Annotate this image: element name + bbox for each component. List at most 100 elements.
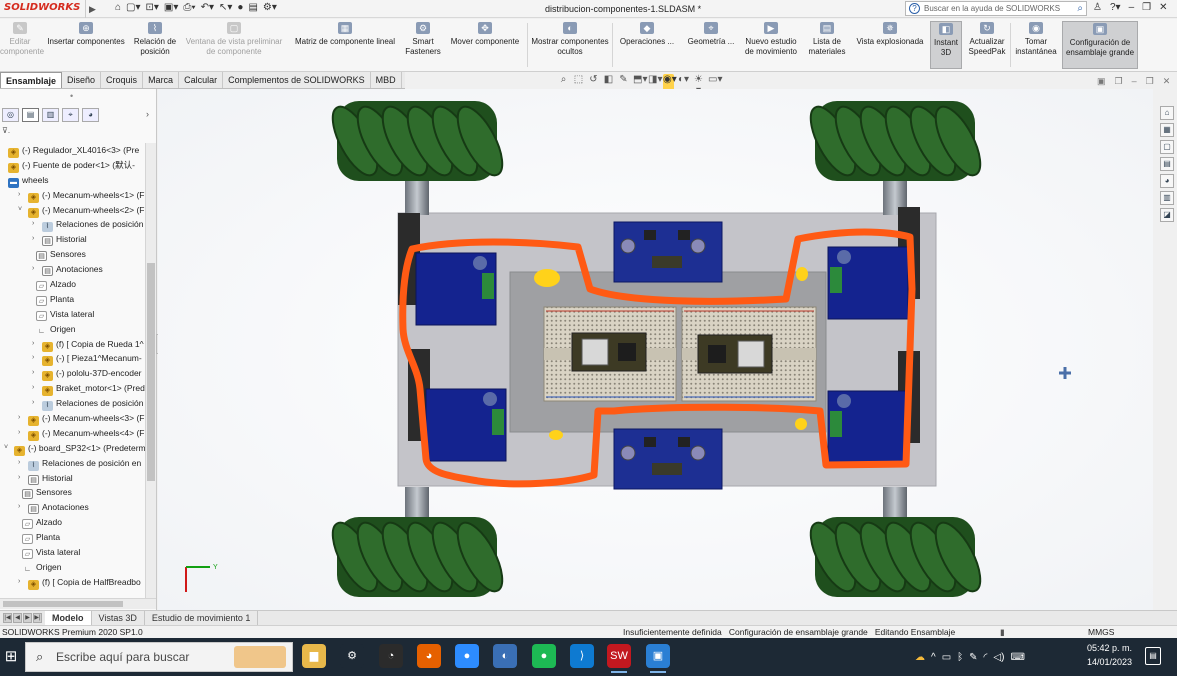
select-icon[interactable]: ↖▾	[219, 2, 232, 13]
tree-item[interactable]: › ⌇ Relaciones de posición en	[0, 456, 146, 471]
tab-0[interactable]: Ensamblaje	[0, 72, 63, 88]
custom-properties-icon[interactable]: ▥	[1160, 191, 1174, 205]
configuration-manager-tab-icon[interactable]: ⌖	[62, 108, 79, 122]
tree-expander-icon[interactable]: ›	[32, 381, 40, 396]
battery-icon[interactable]: ▭	[942, 652, 951, 663]
scrollbar-thumb[interactable]	[147, 263, 155, 481]
motor-driver-1[interactable]	[613, 221, 723, 283]
tree-item[interactable]: › ▤ Anotaciones	[0, 262, 146, 277]
tree-item[interactable]: › ◈ (-) Mecanum-wheels<4> (F	[0, 426, 146, 441]
tab-6[interactable]: MBD	[371, 72, 402, 88]
tree-item[interactable]: ▱ Planta	[0, 530, 146, 545]
motor-driver-2[interactable]	[613, 428, 723, 490]
vscode-icon[interactable]: ⟩	[570, 644, 594, 668]
command-button-12[interactable]: ✵ Vista explosionada	[853, 21, 927, 69]
tree-expander-icon[interactable]: ›	[32, 232, 40, 247]
tree-item[interactable]: ˅ ◈ (-) Mecanum-wheels<2> (F	[0, 203, 146, 218]
user-icon[interactable]: ♙	[1093, 2, 1102, 13]
viewport-restore2-icon[interactable]: ❐	[1146, 76, 1154, 87]
configuration-state[interactable]: Configuración de ensamblaje grande	[729, 627, 868, 637]
prev-tab-icon[interactable]: ◀	[13, 613, 22, 623]
help-menu-icon[interactable]: ?▾	[1110, 2, 1121, 13]
graphics-area[interactable]: Y	[158, 89, 1153, 610]
tree-expander-icon[interactable]: ›	[18, 471, 26, 486]
viewport-restore-icon[interactable]: ❐	[1115, 76, 1123, 87]
firefox-icon[interactable]: ◕	[417, 644, 441, 668]
tab-4[interactable]: Calcular	[179, 72, 224, 88]
tree-item[interactable]: › ◈ (-) Mecanum-wheels<3> (F	[0, 411, 146, 427]
tree-expander-icon[interactable]: ˅	[18, 203, 26, 218]
restore-icon[interactable]: ❐	[1142, 2, 1151, 13]
print-icon[interactable]: ⎙▾	[183, 2, 195, 13]
volume-icon[interactable]: ◁)	[993, 652, 1004, 663]
command-button-11[interactable]: ▤ Lista de materiales	[803, 21, 851, 69]
command-button-5[interactable]: ⚙ Smart Fasteners	[404, 21, 442, 69]
options-icon[interactable]: ⚙▾	[263, 2, 277, 13]
panel-grip-icon[interactable]: •	[70, 91, 73, 101]
tree-item[interactable]: › ▤ Historial	[0, 471, 146, 486]
command-button-2[interactable]: ⌇ Relación de posición	[130, 21, 180, 69]
zoom-icon[interactable]: ●	[455, 644, 479, 668]
tree-expander-icon[interactable]: ›	[18, 426, 26, 441]
file-explorer-pane-icon[interactable]: ▢	[1160, 140, 1174, 154]
bottom-tab-0[interactable]: Modelo	[45, 611, 92, 625]
first-tab-icon[interactable]: |◀	[3, 613, 12, 623]
tree-item[interactable]: › ◈ (-) pololu-37D-encoder	[0, 366, 146, 382]
command-button-10[interactable]: ▶ Nuevo estudio de movimiento	[742, 21, 800, 69]
tree-expander-icon[interactable]: ›	[32, 337, 40, 352]
windows-start-icon[interactable]: ⊞	[0, 638, 22, 676]
tree-item[interactable]: ▱ Vista lateral	[0, 545, 146, 560]
tab-1[interactable]: Diseño	[62, 72, 102, 88]
photos-icon[interactable]: ▣	[646, 644, 670, 673]
rebuild-icon[interactable]: ●	[237, 2, 243, 13]
minimize-icon[interactable]: –	[1129, 2, 1135, 13]
viewport-close-icon[interactable]: ✕	[1163, 76, 1171, 87]
tree-item[interactable]: ∟ Origen	[0, 560, 146, 575]
tree-item[interactable]: › ▤ Historial	[0, 232, 146, 247]
next-tab-icon[interactable]: ▶	[23, 613, 32, 623]
wifi-icon[interactable]: ◜	[984, 652, 988, 663]
search-icon[interactable]: ⌕	[1077, 2, 1083, 15]
rebuild-status-icon[interactable]: ▮	[1000, 626, 1005, 638]
command-button-8[interactable]: ◆ Operaciones ...	[614, 21, 680, 69]
help-search-input[interactable]: ? Buscar en la ayuda de SOLIDWORKS ⌕	[905, 1, 1087, 16]
tree-expander-icon[interactable]: ›	[18, 456, 26, 471]
tree-item[interactable]: › ◈ (f) [ Copia de Rueda 1^	[0, 337, 146, 352]
tree-expander-icon[interactable]: ›	[18, 411, 26, 426]
taskbar-search-input[interactable]: ⌕ Escribe aquí para buscar	[25, 642, 293, 672]
tree-expander-icon[interactable]: ›	[32, 396, 40, 411]
scrollbar-thumb[interactable]	[3, 601, 123, 607]
close-icon[interactable]: ✕	[1159, 2, 1167, 13]
last-tab-icon[interactable]: ▶|	[33, 613, 42, 623]
tab-2[interactable]: Croquis	[101, 72, 144, 88]
tree-item[interactable]: ▱ Alzado	[0, 515, 146, 530]
viewport-tile-icon[interactable]: ▣	[1097, 76, 1106, 87]
tree-item[interactable]: › ⌇ Relaciones de posición	[0, 217, 146, 233]
command-button-6[interactable]: ✥ Mover componente	[444, 21, 526, 69]
esp32-board-right[interactable]	[697, 334, 773, 374]
command-button-3[interactable]: ▢ Ventana de vista preliminar de componen…	[182, 21, 286, 69]
tree-item[interactable]: › ◈ Braket_motor<1> (Pred	[0, 381, 146, 397]
tree-expander-icon[interactable]: ›	[18, 575, 26, 590]
show-hidden-icons-icon[interactable]: ^	[931, 652, 936, 663]
command-button-1[interactable]: ⊕ Insertar componentes	[43, 21, 129, 69]
viewport-minimize-icon[interactable]: –	[1132, 76, 1137, 87]
property-manager-tab-icon[interactable]: ▥	[42, 108, 59, 122]
new-document-icon[interactable]: ▢▾	[126, 2, 140, 13]
pen-icon[interactable]: ✎	[969, 652, 977, 663]
tree-item[interactable]: › ⌇ Relaciones de posición	[0, 396, 146, 412]
command-button-15[interactable]: ◉ Tomar instantánea	[1012, 21, 1060, 69]
notification-center-icon[interactable]: ▤	[1145, 647, 1161, 665]
assembly-tab-icon[interactable]: ◎	[2, 108, 19, 122]
solidworks-resources-icon[interactable]: ⌂	[1160, 106, 1174, 120]
tree-item[interactable]: ∟ Origen	[0, 322, 146, 337]
solidworks-icon[interactable]: SW	[607, 644, 631, 673]
settings-icon[interactable]: ⚙	[340, 644, 364, 668]
bottom-tab-1[interactable]: Vistas 3D	[92, 611, 145, 625]
tab-5[interactable]: Complementos de SOLIDWORKS	[223, 72, 371, 88]
unit-system[interactable]: MMGS	[1088, 626, 1114, 638]
panel-more-icon[interactable]: ›	[146, 109, 149, 119]
home-icon[interactable]: ⌂	[115, 2, 121, 13]
command-button-0[interactable]: ✎ Editar componente	[0, 21, 44, 69]
save-icon[interactable]: ▣▾	[164, 2, 178, 13]
